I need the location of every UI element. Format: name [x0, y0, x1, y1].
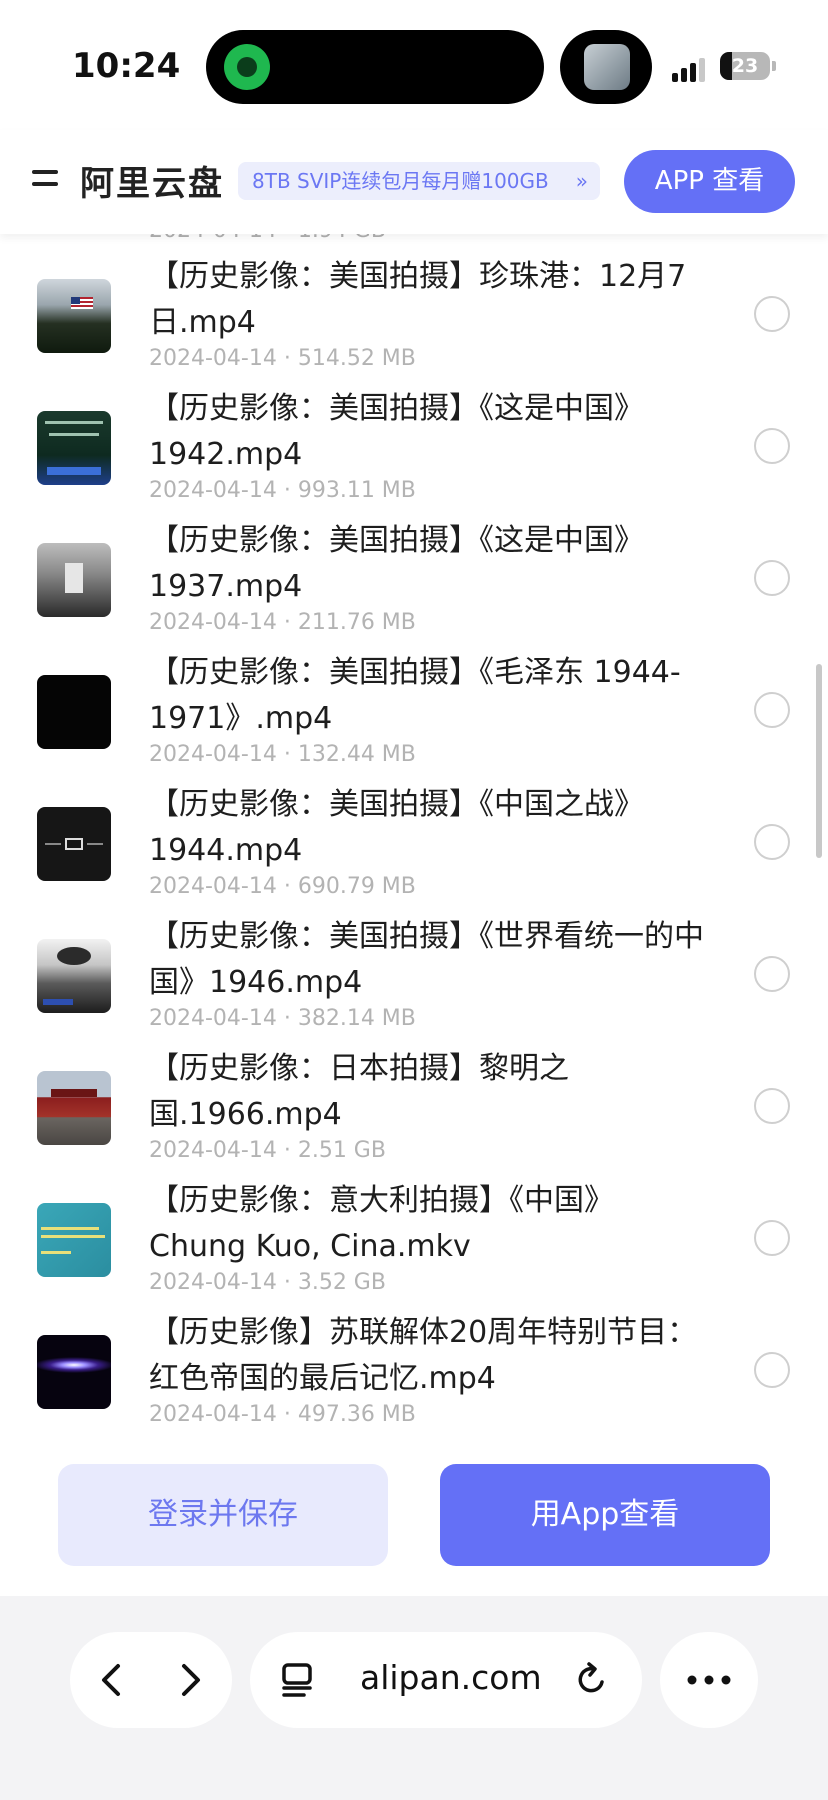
- file-name: 【历史影像：美国拍摄】珍珠港：12月7日.mp4: [149, 259, 687, 340]
- partial-file-meta: 2024-04-14 · 1.94 GB: [149, 234, 386, 243]
- address-bar[interactable]: alipan.com: [250, 1632, 642, 1728]
- file-row[interactable]: 【历史影像：美国拍摄】《中国之战》1944.mp4 2024-04-14 · 6…: [0, 782, 828, 914]
- app-view-button[interactable]: APP 查看: [624, 150, 795, 213]
- signal-icon: [672, 58, 708, 82]
- file-name: 【历史影像：美国拍摄】《这是中国》1942.mp4: [149, 391, 644, 472]
- bw-crowd-thumb: [37, 543, 111, 617]
- file-meta: 2024-04-14 · 3.52 GB: [149, 1270, 386, 1295]
- file-name: 【历史影像：美国拍摄】《世界看统一的中国》1946.mp4: [149, 919, 704, 1000]
- dynamic-island: [206, 30, 544, 104]
- file-meta: 2024-04-14 · 497.36 MB: [149, 1402, 416, 1424]
- select-radio[interactable]: [754, 824, 790, 860]
- back-icon[interactable]: [92, 1660, 132, 1700]
- status-bar: 10:24 23: [0, 0, 828, 130]
- file-name: 【历史影像：美国拍摄】《中国之战》1944.mp4: [149, 787, 644, 868]
- select-radio[interactable]: [754, 428, 790, 464]
- reload-icon[interactable]: [572, 1660, 612, 1700]
- rai-thumb: [37, 1203, 111, 1277]
- film-title-thumb: [37, 807, 111, 881]
- file-meta: 2024-04-14 · 2.51 GB: [149, 1138, 386, 1163]
- file-row[interactable]: 【历史影像：美国拍摄】《这是中国》1937.mp4 2024-04-14 · 2…: [0, 518, 828, 650]
- live-activity-icon: [224, 44, 270, 90]
- file-meta: 2024-04-14 · 132.44 MB: [149, 742, 416, 767]
- url-text: alipan.com: [360, 1658, 542, 1697]
- united-news-thumb: [37, 939, 111, 1013]
- tiananmen-thumb: [37, 1071, 111, 1145]
- file-row[interactable]: 【历史影像：美国拍摄】《世界看统一的中国》1946.mp4 2024-04-14…: [0, 914, 828, 1046]
- file-row[interactable]: 【历史影像】苏联解体20周年特别节目：红色帝国的最后记忆.mp4 2024-04…: [0, 1310, 828, 1424]
- select-radio[interactable]: [754, 1088, 790, 1124]
- file-name: 【历史影像：美国拍摄】《这是中国》1937.mp4: [149, 523, 644, 604]
- file-meta: 2024-04-14 · 211.76 MB: [149, 610, 416, 635]
- file-meta: 2024-04-14 · 382.14 MB: [149, 1006, 416, 1031]
- file-name: 【历史影像：意大利拍摄】《中国》Chung Kuo, Cina.mkv: [149, 1183, 614, 1264]
- reader-icon[interactable]: [278, 1660, 318, 1700]
- browser-toolbar: alipan.com: [0, 1596, 828, 1800]
- more-dots-icon: [687, 1675, 731, 1685]
- file-row[interactable]: 【历史影像：美国拍摄】珍珠港：12月7日.mp4 2024-04-14 · 51…: [0, 254, 828, 386]
- file-meta: 2024-04-14 · 690.79 MB: [149, 874, 416, 899]
- select-radio[interactable]: [754, 296, 790, 332]
- select-radio[interactable]: [754, 956, 790, 992]
- file-list: 2024-04-14 · 1.94 GB 【历史影像：美国拍摄】珍珠港：12月7…: [0, 234, 828, 1424]
- open-app-button[interactable]: 用App查看: [440, 1464, 770, 1566]
- app-logo: 阿里云盘: [80, 164, 224, 204]
- promo-text: 8TB SVIP连续包月每月赠100GB: [252, 169, 549, 193]
- file-row[interactable]: 【历史影像：美国拍摄】《这是中国》1942.mp4 2024-04-14 · 9…: [0, 386, 828, 518]
- bottom-actions: 登录并保存 用App查看: [0, 1424, 828, 1596]
- select-radio[interactable]: [754, 1352, 790, 1388]
- nav-pill: [70, 1632, 232, 1728]
- forward-icon[interactable]: [170, 1660, 210, 1700]
- file-name: 【历史影像：日本拍摄】黎明之国.1966.mp4: [149, 1051, 569, 1132]
- file-name: 【历史影像：美国拍摄】《毛泽东 1944-1971》.mp4: [149, 655, 681, 736]
- login-save-button[interactable]: 登录并保存: [58, 1464, 388, 1566]
- black-thumb: [37, 675, 111, 749]
- file-row[interactable]: 【历史影像：意大利拍摄】《中国》Chung Kuo, Cina.mkv 2024…: [0, 1178, 828, 1310]
- dynamic-island-media: [560, 30, 652, 104]
- status-time: 10:24: [72, 46, 181, 86]
- blue-glow-thumb: [37, 1335, 111, 1409]
- file-row[interactable]: 【历史影像：美国拍摄】《毛泽东 1944-1971》.mp4 2024-04-1…: [0, 650, 828, 782]
- media-thumbnail: [584, 44, 630, 90]
- app-header: 阿里云盘 8TB SVIP连续包月每月赠100GB » APP 查看: [0, 130, 828, 234]
- more-button[interactable]: [660, 1632, 758, 1728]
- menu-icon[interactable]: [32, 170, 58, 190]
- double-chevron-right-icon: »: [575, 169, 588, 193]
- palm-flag-thumb: [37, 279, 111, 353]
- battery-nub: [772, 61, 776, 71]
- scrollbar[interactable]: [816, 664, 822, 858]
- select-radio[interactable]: [754, 692, 790, 728]
- promo-banner[interactable]: 8TB SVIP连续包月每月赠100GB »: [238, 162, 600, 200]
- stock-footage-thumb: [37, 411, 111, 485]
- select-radio[interactable]: [754, 1220, 790, 1256]
- file-meta: 2024-04-14 · 514.52 MB: [149, 346, 416, 371]
- battery-icon: 23: [720, 52, 770, 80]
- file-meta: 2024-04-14 · 993.11 MB: [149, 478, 416, 503]
- file-name: 【历史影像】苏联解体20周年特别节目：红色帝国的最后记忆.mp4: [149, 1315, 698, 1396]
- file-row[interactable]: 【历史影像：日本拍摄】黎明之国.1966.mp4 2024-04-14 · 2.…: [0, 1046, 828, 1178]
- select-radio[interactable]: [754, 560, 790, 596]
